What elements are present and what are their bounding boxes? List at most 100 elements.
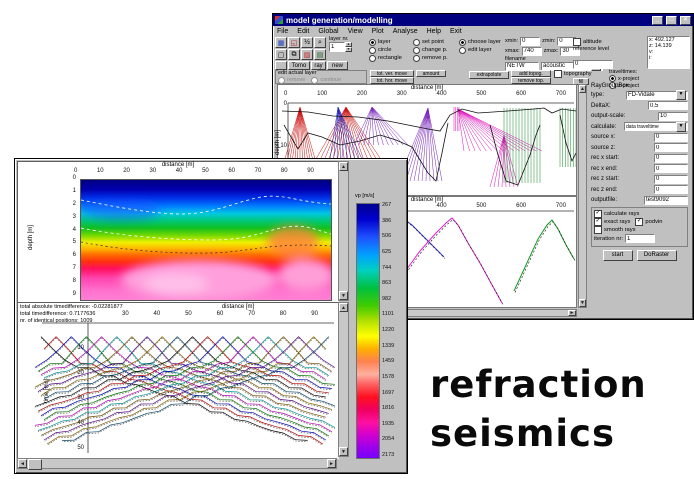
output-scale-input[interactable] xyxy=(658,112,688,121)
rec-x-end-label: rec x end: xyxy=(591,166,617,172)
reference-level-label: reference level xyxy=(573,46,637,52)
extrapolate-button[interactable]: extrapolate xyxy=(469,71,509,79)
traveltime-pane[interactable]: total absolute timedifference: -0.022818… xyxy=(17,302,339,459)
copy-icon[interactable] xyxy=(288,49,300,60)
source-z-input[interactable] xyxy=(654,143,688,152)
new-button[interactable]: new xyxy=(327,61,348,70)
radio-continue-layer xyxy=(311,77,318,84)
exact-rays-checkbox[interactable] xyxy=(594,218,602,226)
menu-item[interactable]: Analyse xyxy=(393,28,418,35)
calculate-select[interactable]: data traveltime xyxy=(624,122,688,131)
menu-item[interactable]: Plot xyxy=(372,28,384,35)
plot-vertical-scrollbar[interactable] xyxy=(578,84,587,308)
colorbar-value: 1935 xyxy=(382,421,394,427)
scroll-right-button[interactable] xyxy=(327,459,336,468)
rec-z-start-input[interactable] xyxy=(654,175,688,184)
deltax-input[interactable] xyxy=(648,101,688,110)
scrollbar-thumb[interactable] xyxy=(28,459,42,470)
layer-nr-spinner[interactable]: ▲▼ xyxy=(345,42,352,52)
move-buttons: tot. ver. move tot. hor. move xyxy=(370,70,414,84)
rec-x-end-input[interactable] xyxy=(654,164,688,173)
tomogram-vertical-scrollbar[interactable] xyxy=(338,161,349,301)
radio-set-point[interactable] xyxy=(413,39,420,46)
scroll-down-button[interactable] xyxy=(339,291,348,300)
menu-item[interactable]: Global xyxy=(318,28,338,35)
calculate-rays-checkbox[interactable] xyxy=(594,210,602,218)
zoom-icon[interactable] xyxy=(314,37,326,48)
scroll-up-button[interactable] xyxy=(579,85,586,93)
radio-circle[interactable] xyxy=(369,47,376,54)
tick-label: 6 xyxy=(73,252,76,258)
tot-hor-move-button[interactable]: tot. hor. move xyxy=(370,77,414,84)
remove-top-button[interactable]: remove top. xyxy=(511,77,551,84)
tick-label: 5 xyxy=(73,239,76,245)
outputfile-input[interactable] xyxy=(644,196,688,205)
colorbar-value: 267 xyxy=(382,202,391,208)
radio-label: set point xyxy=(422,39,444,45)
radio-change-p[interactable] xyxy=(413,47,420,54)
traveltime-vertical-scrollbar[interactable] xyxy=(338,302,349,457)
title-bar[interactable]: model generation/modelling _ □ × xyxy=(273,14,693,26)
velocity-colorbar xyxy=(356,203,380,459)
minimize-button[interactable]: _ xyxy=(652,16,663,25)
open-icon[interactable] xyxy=(288,37,300,48)
dropdown-arrow-icon[interactable] xyxy=(676,122,686,132)
tot-ver-move-button[interactable]: tot. ver. move xyxy=(370,70,414,77)
smooth-rays-checkbox[interactable] xyxy=(594,226,602,234)
menu-item[interactable]: File xyxy=(277,28,288,35)
radio-label: rectangle xyxy=(378,55,402,61)
topography-checkbox[interactable] xyxy=(554,70,562,78)
dropdown-arrow-icon[interactable] xyxy=(676,90,686,100)
doc-icon[interactable] xyxy=(275,49,287,60)
scroll-left-button[interactable] xyxy=(18,459,27,468)
start-button[interactable]: start xyxy=(603,250,633,261)
zmin-label: zmin: xyxy=(542,38,555,44)
tomogram-pane[interactable]: distance [m] 0102030405060708090 0123456… xyxy=(17,161,339,303)
ray-options-group: calculate rays exact rays podvin smooth … xyxy=(591,207,688,247)
radio-choose-layer[interactable] xyxy=(459,39,466,46)
tomo-button[interactable]: Tomo xyxy=(288,61,310,70)
layers-icon[interactable] xyxy=(314,49,326,60)
source-x-input[interactable] xyxy=(654,133,688,142)
doraster-button[interactable]: DoRaster xyxy=(637,250,677,261)
iteration-input[interactable] xyxy=(625,234,655,243)
rec-x-start-input[interactable] xyxy=(654,154,688,163)
horizontal-scrollbar[interactable] xyxy=(17,458,337,469)
scroll-down-button[interactable] xyxy=(579,299,586,307)
radio-x-project[interactable] xyxy=(609,75,616,82)
colorbar-value: 625 xyxy=(382,249,391,255)
layer-nr-input[interactable] xyxy=(329,42,345,52)
tick-label: 90 xyxy=(307,168,314,174)
scroll-down-button[interactable] xyxy=(339,447,348,456)
radio-edit-layer[interactable] xyxy=(459,47,466,54)
menu-item[interactable]: View xyxy=(348,28,363,35)
source-z-label: source z: xyxy=(591,145,615,151)
radio-remove-p[interactable] xyxy=(413,55,420,62)
maximize-button[interactable]: □ xyxy=(666,16,677,25)
colorbar-value: 2054 xyxy=(382,436,394,442)
radio-layer[interactable] xyxy=(369,39,376,46)
rec-z-end-label: rec z end: xyxy=(591,187,617,193)
scroll-up-button[interactable] xyxy=(339,162,348,171)
grid-icon[interactable] xyxy=(275,37,287,48)
menu-item[interactable]: Edit xyxy=(297,28,309,35)
menu-item[interactable]: Help xyxy=(427,28,441,35)
radio-rectangle[interactable] xyxy=(369,55,376,62)
pattern-icon[interactable] xyxy=(301,49,313,60)
reference-level-input[interactable] xyxy=(573,60,613,69)
close-button[interactable]: × xyxy=(680,16,691,25)
ray-button[interactable]: ray xyxy=(311,61,326,70)
coordinate-readout: x: 492.127 z: 14.139 v: i: xyxy=(647,36,690,69)
type-select[interactable]: FD-Vidale xyxy=(626,91,688,100)
rec-z-end-input[interactable] xyxy=(654,185,688,194)
add-topog-button[interactable]: add topog. xyxy=(511,70,551,77)
scroll-right-button[interactable] xyxy=(568,310,576,316)
podvin-checkbox[interactable] xyxy=(635,218,643,226)
half-icon[interactable] xyxy=(301,37,313,48)
xmax-input[interactable] xyxy=(522,47,542,56)
scroll-up-button[interactable] xyxy=(339,303,348,312)
radio-label: remove xyxy=(287,77,305,83)
xmin-input[interactable] xyxy=(520,37,540,46)
altitude-checkbox[interactable] xyxy=(573,38,581,46)
menu-item[interactable]: Exit xyxy=(450,28,462,35)
